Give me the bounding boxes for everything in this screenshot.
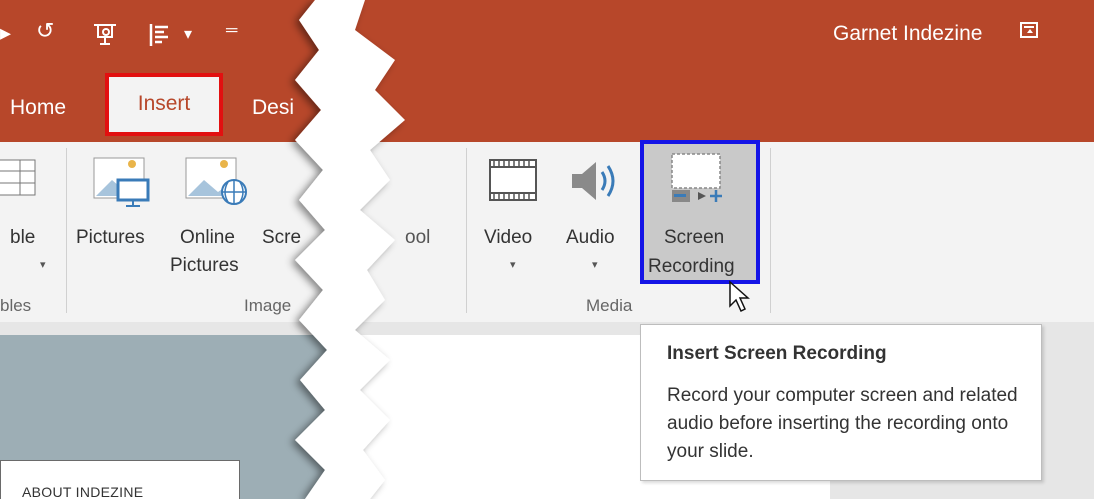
align-icon[interactable] — [148, 22, 172, 48]
start-slideshow-icon[interactable] — [92, 22, 120, 48]
tab-insert[interactable]: Insert — [105, 73, 223, 136]
online-pictures-label-2[interactable]: Pictures — [170, 254, 239, 278]
video-icon[interactable] — [488, 156, 538, 206]
pictures-icon[interactable] — [92, 152, 152, 208]
screen-recording-label-2: Recording — [648, 256, 735, 277]
slide-thumbnail-text: ABOUT INDEZINE — [22, 484, 144, 500]
user-name[interactable]: Garnet Indezine — [833, 22, 982, 46]
online-pictures-icon[interactable] — [184, 152, 254, 208]
media-group-label: Media — [586, 296, 633, 315]
tables-group-label: bles — [0, 296, 32, 315]
table-icon[interactable] — [0, 150, 50, 200]
undo-icon[interactable]: ↺ — [36, 18, 54, 44]
ribbon — [0, 142, 1094, 322]
audio-icon[interactable] — [568, 156, 622, 206]
screen-recording-icon — [671, 153, 722, 202]
tab-home[interactable]: Home — [10, 96, 66, 120]
audio-label[interactable]: Audio — [566, 226, 615, 250]
online-pictures-label-1[interactable]: Online — [180, 226, 235, 250]
pictures-label[interactable]: Pictures — [76, 226, 145, 250]
separator — [466, 148, 467, 313]
tool-partial-label[interactable]: ool — [405, 226, 430, 250]
tooltip: Insert Screen Recording Record your comp… — [640, 324, 1042, 481]
tooltip-body: Record your computer screen and related … — [667, 385, 1018, 462]
table-label[interactable]: ble — [10, 226, 35, 250]
mouse-cursor-icon — [729, 280, 750, 313]
customize-qat-icon[interactable]: ═ — [226, 22, 237, 40]
tooltip-title: Insert Screen Recording — [667, 343, 887, 364]
video-label[interactable]: Video — [484, 226, 532, 250]
separator — [770, 148, 771, 313]
table-dropdown-icon[interactable]: ▾ — [40, 258, 46, 271]
qat-arrow-icon[interactable]: ▸ — [0, 20, 11, 46]
separator — [66, 148, 67, 313]
screen-recording-label-1: Screen — [664, 227, 725, 248]
audio-dropdown-icon[interactable]: ▾ — [592, 258, 598, 271]
video-dropdown-icon[interactable]: ▾ — [510, 258, 516, 271]
ribbon-display-options-icon[interactable] — [1020, 22, 1038, 38]
dropdown-icon[interactable]: ▾ — [184, 24, 192, 44]
